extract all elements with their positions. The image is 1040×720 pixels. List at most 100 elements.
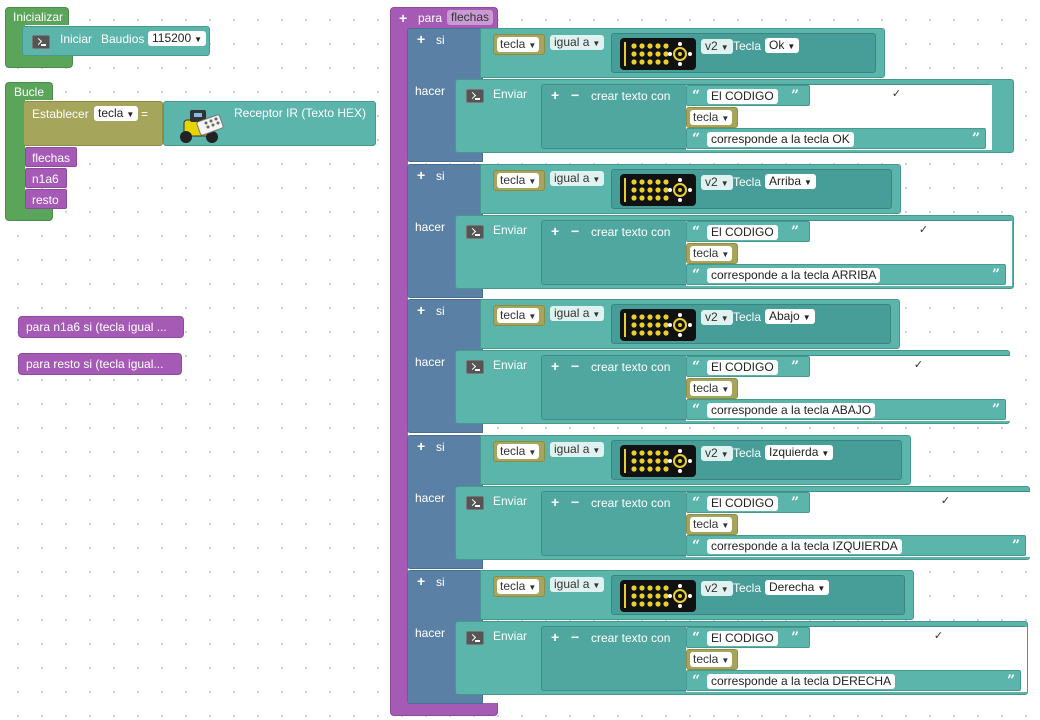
text-var-dropdown[interactable]: tecla ▼ — [690, 110, 733, 125]
ir-key-block[interactable]: v2 ▼ Tecla Derecha ▼ — [611, 575, 905, 615]
text-codigo-field[interactable]: El CODIGO — [707, 631, 778, 646]
text-var-block[interactable]: tecla ▼ — [686, 378, 738, 399]
text-var-dropdown[interactable]: tecla ▼ — [690, 652, 733, 667]
text-codigo-block[interactable]: “ El CODIGO ” — [686, 221, 810, 242]
call-resto[interactable]: resto — [25, 189, 67, 209]
checkbox-icon[interactable]: ✓ — [939, 495, 952, 508]
text-codigo-field[interactable]: El CODIGO — [707, 89, 778, 104]
minus-icon[interactable]: − — [571, 359, 579, 373]
compare-block[interactable]: tecla ▼ igual a ▼ v2 ▼ Tecla Izquierda ▼ — [480, 435, 911, 485]
text-key-field[interactable]: corresponde a la tecla IZQUIERDA — [707, 539, 902, 554]
version-dropdown[interactable]: v2 ▼ — [701, 175, 733, 190]
compare-var-block[interactable]: tecla ▼ — [493, 170, 545, 191]
text-codigo-field[interactable]: El CODIGO — [707, 360, 778, 375]
call-flechas[interactable]: flechas — [25, 147, 77, 167]
text-var-block[interactable]: tecla ▼ — [686, 649, 738, 670]
compare-block[interactable]: tecla ▼ igual a ▼ v2 ▼ Tecla Ok ▼ — [480, 28, 885, 78]
minus-icon[interactable]: − — [571, 495, 579, 509]
checkbox-icon[interactable]: ✓ — [932, 630, 945, 643]
text-codigo-block[interactable]: “ El CODIGO ” — [686, 85, 810, 106]
plus-icon[interactable]: + — [417, 574, 425, 588]
compare-op-dropdown[interactable]: igual a ▼ — [550, 306, 605, 321]
text-codigo-block[interactable]: “ El CODIGO ” — [686, 356, 810, 377]
serial-send-block[interactable]: Enviar + − crear texto con “ El CODIGO ”… — [455, 486, 1032, 560]
text-codigo-field[interactable]: El CODIGO — [707, 225, 778, 240]
function-name-field[interactable]: flechas — [447, 10, 494, 25]
serial-send-block[interactable]: Enviar + − crear texto con “ El CODIGO ”… — [455, 350, 1012, 424]
plus-icon[interactable]: + — [551, 224, 559, 238]
key-dropdown[interactable]: Abajo ▼ — [765, 309, 815, 324]
ir-receiver-block[interactable]: Receptor IR (Texto HEX) — [163, 101, 376, 146]
compare-block[interactable]: tecla ▼ igual a ▼ v2 ▼ Tecla Abajo ▼ — [480, 299, 900, 349]
text-var-block[interactable]: tecla ▼ — [686, 514, 738, 535]
compare-var-dropdown[interactable]: tecla ▼ — [497, 579, 540, 594]
checkbox-icon[interactable]: ✓ — [890, 88, 903, 101]
text-var-block[interactable]: tecla ▼ — [686, 243, 738, 264]
compare-var-dropdown[interactable]: tecla ▼ — [497, 37, 540, 52]
plus-icon[interactable]: + — [399, 11, 407, 25]
function-resto-collapsed[interactable]: para resto si (tecla igual... — [18, 353, 182, 375]
compare-op-dropdown[interactable]: igual a ▼ — [550, 577, 605, 592]
plus-icon[interactable]: + — [551, 630, 559, 644]
text-key-field[interactable]: corresponde a la tecla OK — [707, 132, 854, 147]
function-flechas-block[interactable]: + para flechas — [390, 7, 498, 29]
function-n1a6-collapsed[interactable]: para n1a6 si (tecla igual ... — [18, 316, 184, 338]
checkbox-icon[interactable]: ✓ — [917, 224, 930, 237]
text-key-block[interactable]: “ corresponde a la tecla OK ” — [686, 128, 986, 149]
key-dropdown[interactable]: Derecha ▼ — [765, 580, 830, 595]
ir-key-block[interactable]: v2 ▼ Tecla Abajo ▼ — [611, 304, 891, 344]
call-n1a6[interactable]: n1a6 — [25, 168, 67, 188]
plus-icon[interactable]: + — [417, 32, 425, 46]
plus-icon[interactable]: + — [417, 303, 425, 317]
text-key-field[interactable]: corresponde a la tecla DERECHA — [707, 674, 896, 689]
plus-icon[interactable]: + — [551, 495, 559, 509]
key-dropdown[interactable]: Ok ▼ — [765, 38, 800, 53]
minus-icon[interactable]: − — [571, 88, 579, 102]
compare-op-dropdown[interactable]: igual a ▼ — [550, 171, 605, 186]
init-block[interactable]: Inicializar — [5, 7, 69, 25]
text-key-field[interactable]: corresponde a la tecla ARRIBA — [707, 268, 881, 283]
text-key-block[interactable]: “ corresponde a la tecla DERECHA ” — [686, 670, 1021, 691]
text-codigo-block[interactable]: “ El CODIGO ” — [686, 627, 810, 648]
ir-key-block[interactable]: v2 ▼ Tecla Arriba ▼ — [611, 169, 892, 209]
version-dropdown[interactable]: v2 ▼ — [701, 446, 733, 461]
compare-var-dropdown[interactable]: tecla ▼ — [497, 308, 540, 323]
compare-block[interactable]: tecla ▼ igual a ▼ v2 ▼ Tecla Derecha ▼ — [480, 570, 914, 620]
ir-key-block[interactable]: v2 ▼ Tecla Izquierda ▼ — [611, 440, 902, 480]
init-serial-block[interactable]: Iniciar Baudios 115200 ▼ — [22, 26, 210, 56]
key-dropdown[interactable]: Arriba ▼ — [765, 174, 816, 189]
plus-icon[interactable]: + — [551, 88, 559, 102]
text-key-block[interactable]: “ corresponde a la tecla ABAJO ” — [686, 399, 1006, 420]
plus-icon[interactable]: + — [551, 359, 559, 373]
text-codigo-block[interactable]: “ El CODIGO ” — [686, 492, 810, 513]
text-key-block[interactable]: “ corresponde a la tecla IZQUIERDA ” — [686, 535, 1026, 556]
minus-icon[interactable]: − — [571, 224, 579, 238]
compare-op-dropdown[interactable]: igual a ▼ — [550, 442, 605, 457]
minus-icon[interactable]: − — [571, 630, 579, 644]
compare-var-block[interactable]: tecla ▼ — [493, 576, 545, 597]
text-key-field[interactable]: corresponde a la tecla ABAJO — [707, 403, 876, 418]
text-codigo-field[interactable]: El CODIGO — [707, 496, 778, 511]
text-var-dropdown[interactable]: tecla ▼ — [690, 381, 733, 396]
compare-op-dropdown[interactable]: igual a ▼ — [550, 35, 605, 50]
compare-var-block[interactable]: tecla ▼ — [493, 305, 545, 326]
compare-var-block[interactable]: tecla ▼ — [493, 34, 545, 55]
text-var-dropdown[interactable]: tecla ▼ — [690, 246, 733, 261]
plus-icon[interactable]: + — [417, 439, 425, 453]
checkbox-icon[interactable]: ✓ — [912, 359, 925, 372]
text-key-block[interactable]: “ corresponde a la tecla ARRIBA ” — [686, 264, 1006, 285]
text-var-block[interactable]: tecla ▼ — [686, 107, 738, 128]
version-dropdown[interactable]: v2 ▼ — [701, 310, 733, 325]
version-dropdown[interactable]: v2 ▼ — [701, 581, 733, 596]
serial-send-block[interactable]: Enviar + − crear texto con “ El CODIGO ”… — [455, 79, 1014, 153]
ir-key-block[interactable]: v2 ▼ Tecla Ok ▼ — [611, 33, 876, 73]
plus-icon[interactable]: + — [417, 168, 425, 182]
compare-var-dropdown[interactable]: tecla ▼ — [497, 173, 540, 188]
set-var-dropdown[interactable]: tecla ▼ — [94, 106, 139, 121]
compare-block[interactable]: tecla ▼ igual a ▼ v2 ▼ Tecla Arriba ▼ — [480, 164, 901, 214]
serial-send-block[interactable]: Enviar + − crear texto con “ El CODIGO ”… — [455, 621, 1028, 695]
text-var-dropdown[interactable]: tecla ▼ — [690, 517, 733, 532]
baud-dropdown[interactable]: 115200 ▼ — [148, 31, 207, 46]
loop-block[interactable]: Bucle — [5, 82, 53, 100]
set-variable-block[interactable]: Establecer tecla ▼ = — [23, 101, 163, 146]
